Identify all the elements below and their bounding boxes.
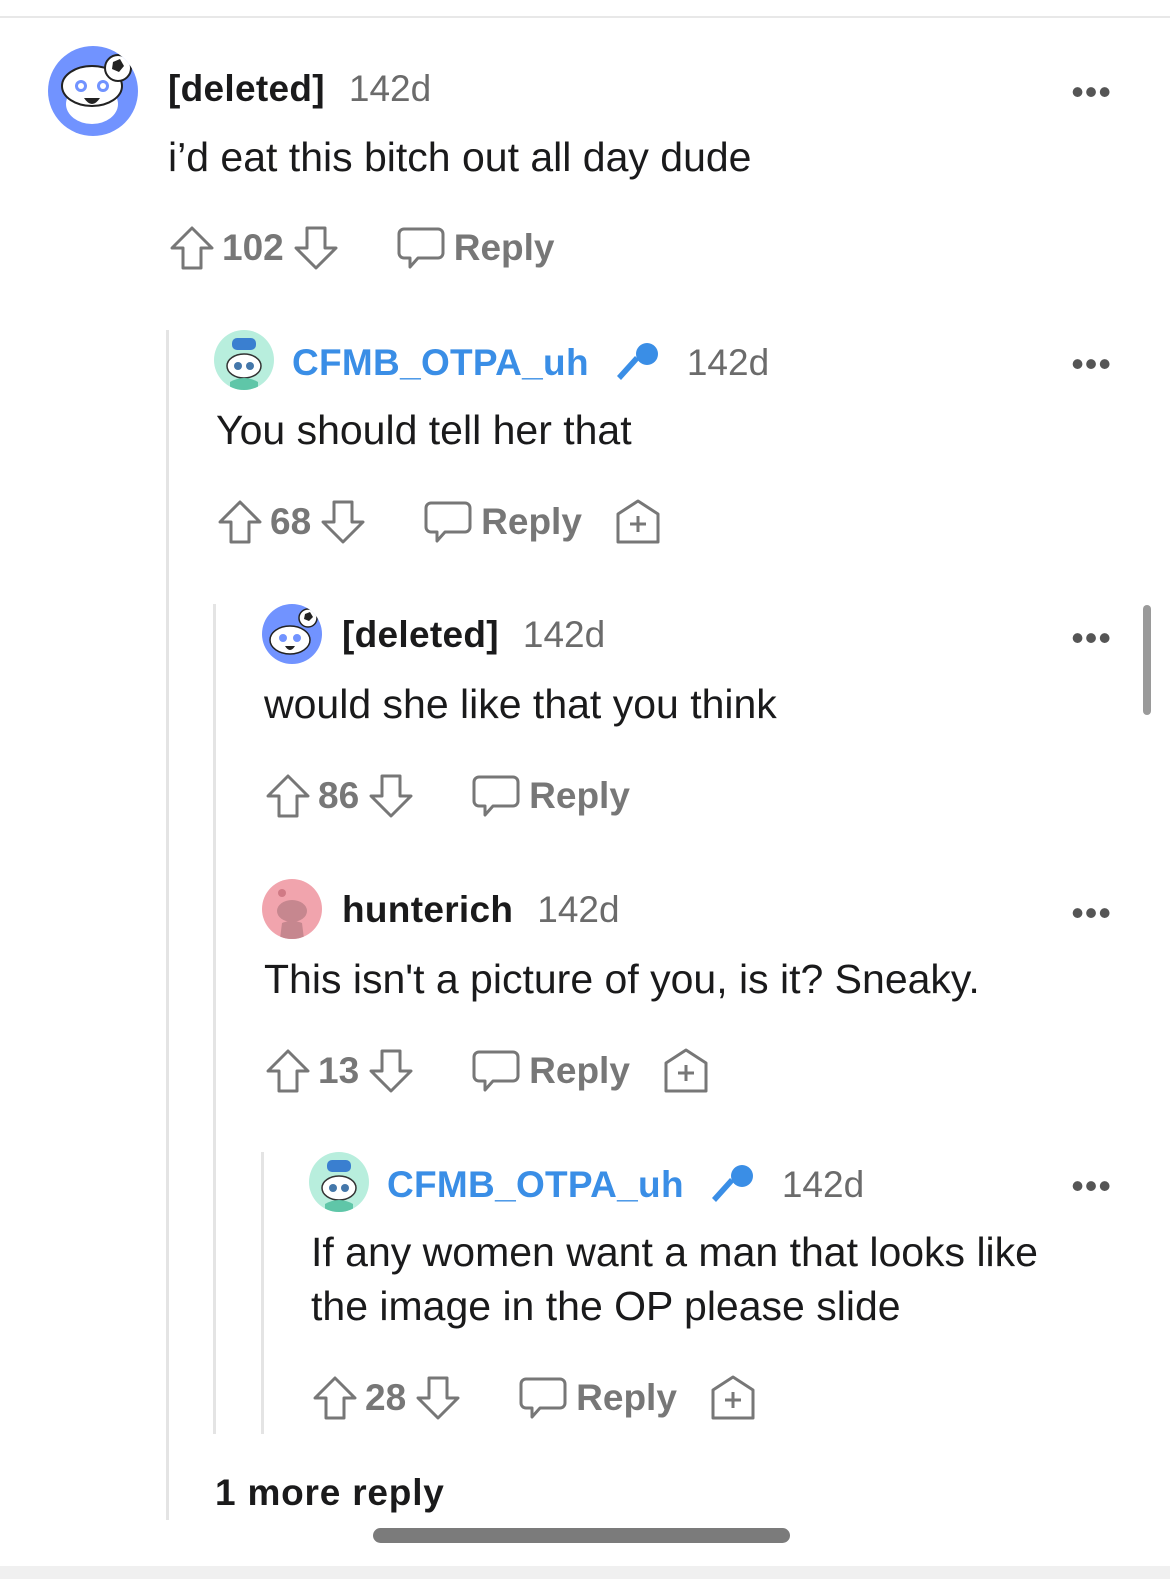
- speech-bubble-icon: [397, 227, 445, 269]
- more-options-button[interactable]: •••: [1071, 1168, 1112, 1204]
- thread-line-level1[interactable]: [166, 330, 169, 1520]
- arrow-down-icon[interactable]: [414, 1374, 462, 1422]
- home-indicator[interactable]: [373, 1528, 790, 1543]
- timestamp: 142d: [537, 889, 620, 930]
- arrow-down-icon[interactable]: [319, 498, 367, 546]
- bottom-divider: [0, 1566, 1170, 1579]
- comment-body-line: If any women want a man that looks like: [311, 1229, 1038, 1275]
- award-plus-icon[interactable]: [662, 1047, 710, 1095]
- vote-count: 13: [318, 1050, 360, 1091]
- arrow-down-icon[interactable]: [367, 772, 415, 820]
- comment: CFMB_OTPA_uh 142d ••• If any women want …: [309, 1152, 1170, 1432]
- timestamp: 142d: [781, 1164, 865, 1205]
- timestamp: 142d: [348, 68, 432, 109]
- arrow-down-icon[interactable]: [367, 1047, 415, 1095]
- comment-actions: 68 Reply: [216, 498, 662, 546]
- comment: [deleted] 142d ••• i’d eat this bitch ou…: [48, 46, 1170, 296]
- award-plus-icon[interactable]: [614, 498, 662, 546]
- snoo-avatar-icon[interactable]: [48, 46, 138, 136]
- vertical-scrollbar[interactable]: [1143, 605, 1151, 715]
- arrow-down-icon[interactable]: [292, 224, 340, 272]
- reply-button[interactable]: Reply: [396, 225, 555, 271]
- speech-bubble-icon: [424, 501, 472, 543]
- arrow-up-icon[interactable]: [264, 1047, 312, 1095]
- comment-meta: [deleted] 142d: [342, 614, 605, 656]
- more-options-button[interactable]: •••: [1071, 74, 1112, 110]
- vote-count: 68: [270, 501, 312, 542]
- reply-button[interactable]: Reply: [518, 1375, 677, 1421]
- top-divider: [0, 16, 1170, 18]
- comment: hunterich 142d ••• This isn't a picture …: [262, 879, 1170, 1109]
- thread-line-level2[interactable]: [213, 604, 216, 1434]
- more-options-button[interactable]: •••: [1071, 346, 1112, 382]
- microphone-icon: [711, 1165, 753, 1202]
- vote-count: 102: [222, 227, 284, 268]
- more-options-button[interactable]: •••: [1071, 620, 1112, 656]
- comment-body: If any women want a man that looks like …: [311, 1225, 1038, 1333]
- speech-bubble-icon: [472, 1050, 520, 1092]
- timestamp: 142d: [686, 342, 770, 383]
- award-plus-icon[interactable]: [709, 1374, 757, 1422]
- username[interactable]: CFMB_OTPA_uh: [292, 342, 589, 384]
- comment: CFMB_OTPA_uh 142d ••• You should tell he…: [214, 330, 1170, 560]
- comment-actions: 13 Reply: [264, 1047, 710, 1095]
- reply-label: Reply: [529, 775, 630, 816]
- username[interactable]: [deleted]: [342, 614, 499, 656]
- arrow-up-icon[interactable]: [311, 1374, 359, 1422]
- username[interactable]: [deleted]: [168, 68, 325, 110]
- reply-button[interactable]: Reply: [471, 1048, 630, 1094]
- comment-meta: [deleted] 142d: [168, 68, 431, 110]
- comment-meta: hunterich 142d: [342, 889, 620, 931]
- reply-label: Reply: [576, 1377, 677, 1418]
- more-replies-link[interactable]: 1 more reply: [215, 1472, 445, 1514]
- comment-body: i’d eat this bitch out all day dude: [168, 134, 752, 180]
- reply-label: Reply: [453, 227, 555, 268]
- comment: [deleted] 142d ••• would she like that y…: [262, 604, 1170, 834]
- timestamp: 142d: [522, 614, 606, 655]
- snoo-avatar-icon[interactable]: [309, 1152, 369, 1212]
- arrow-up-icon[interactable]: [216, 498, 264, 546]
- comment-meta: CFMB_OTPA_uh 142d: [292, 340, 769, 386]
- reply-label: Reply: [481, 501, 582, 542]
- reply-label: Reply: [529, 1050, 630, 1091]
- vote-count: 86: [318, 775, 360, 816]
- snoo-avatar-icon[interactable]: [262, 604, 322, 664]
- comment-actions: 86 Reply: [264, 772, 630, 820]
- microphone-icon: [616, 343, 658, 380]
- speech-bubble-icon: [472, 775, 520, 817]
- comment-body: You should tell her that: [216, 407, 632, 453]
- comment-meta: CFMB_OTPA_uh 142d: [387, 1162, 864, 1208]
- speech-bubble-icon: [519, 1377, 567, 1419]
- arrow-up-icon[interactable]: [264, 772, 312, 820]
- vote-count: 28: [365, 1377, 407, 1418]
- username[interactable]: hunterich: [342, 889, 513, 931]
- thread-line-level3[interactable]: [261, 1152, 264, 1434]
- reply-button[interactable]: Reply: [423, 499, 582, 545]
- comment-body-line: the image in the OP please slide: [311, 1283, 901, 1329]
- comment-body: This isn't a picture of you, is it? Snea…: [264, 956, 980, 1002]
- comment-actions: 28 Reply: [311, 1374, 757, 1422]
- snoo-avatar-icon[interactable]: [262, 879, 322, 939]
- snoo-avatar-icon[interactable]: [214, 330, 274, 390]
- reply-button[interactable]: Reply: [471, 773, 630, 819]
- username[interactable]: CFMB_OTPA_uh: [387, 1164, 684, 1206]
- comment-body: would she like that you think: [264, 681, 777, 727]
- more-options-button[interactable]: •••: [1071, 895, 1112, 931]
- arrow-up-icon[interactable]: [168, 224, 216, 272]
- comment-actions: 102 Reply: [168, 224, 555, 272]
